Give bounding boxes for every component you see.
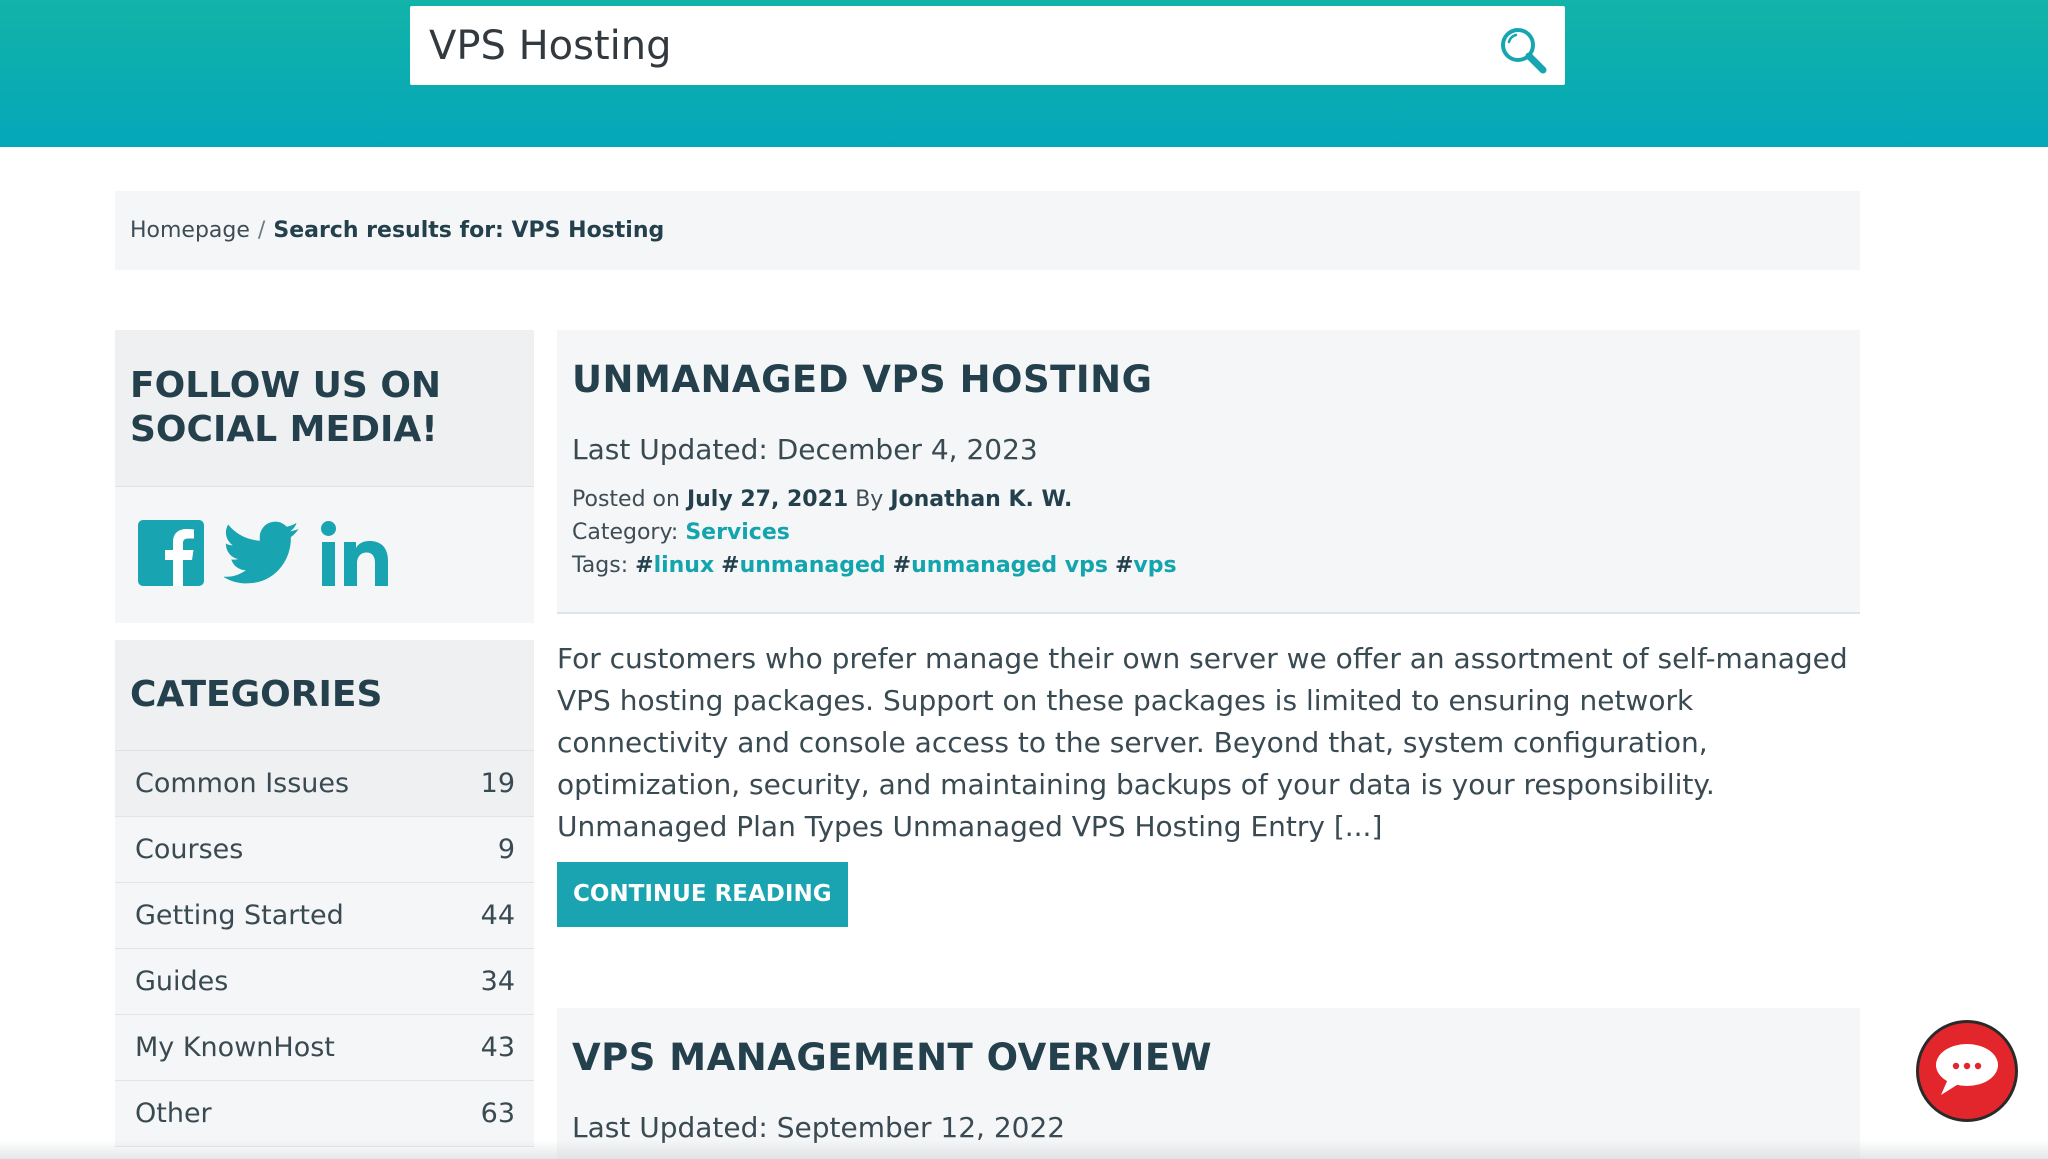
post-title[interactable]: UNMANAGED VPS HOSTING [572,355,1845,405]
category-count: 19 [480,768,515,799]
category-name: Guides [135,966,229,997]
category-count: 9 [497,834,515,865]
categories-title: CATEGORIES [130,674,383,715]
category-item[interactable]: Courses 9 [115,817,534,883]
social-widget-header: FOLLOW US ON SOCIAL MEDIA! [115,330,534,487]
categories-widget-header: CATEGORIES [115,640,534,751]
category-count: 63 [480,1098,515,1129]
post-date: July 27, 2021 [686,487,849,512]
social-widget: FOLLOW US ON SOCIAL MEDIA! [115,330,534,623]
post-meta-category: Category: Services [572,516,1845,549]
post-header: UNMANAGED VPS HOSTING Last Updated: Dece… [557,330,1860,612]
posted-on-label: Posted on [572,487,680,512]
breadcrumb-home-link[interactable]: Homepage [130,218,250,243]
tag-link[interactable]: vps [1133,553,1176,578]
header-banner [0,0,2048,147]
category-label: Category: [572,520,679,545]
tags-label: Tags: [572,553,629,578]
post-meta-tags: Tags: #linux #unmanaged #unmanaged vps #… [572,553,1177,578]
social-widget-title: FOLLOW US ON SOCIAL MEDIA! [130,364,441,452]
category-item[interactable]: Guides 34 [115,949,534,1015]
category-item[interactable]: Getting Started 44 [115,883,534,949]
twitter-icon[interactable] [222,521,300,589]
breadcrumb: Homepage / Search results for: VPS Hosti… [115,191,1860,270]
post-title[interactable]: VPS MANAGEMENT OVERVIEW [572,1033,1845,1083]
category-item[interactable]: Common Issues 19 [115,751,534,817]
category-name: My KnownHost [135,1032,335,1063]
tag-link[interactable]: linux [654,553,715,578]
category-name: Getting Started [135,900,344,931]
category-name: Courses [135,834,244,865]
breadcrumb-current: Search results for: VPS Hosting [273,218,665,243]
search-result-post: UNMANAGED VPS HOSTING Last Updated: Dece… [557,330,1860,927]
post-excerpt: For customers who prefer manage their ow… [557,642,1848,843]
post-last-updated: Last Updated: December 4, 2023 [572,433,1038,466]
search-icon[interactable] [1497,24,1549,76]
post-author: Jonathan K. W. [890,487,1073,512]
continue-reading-button[interactable]: CONTINUE READING [557,862,848,927]
category-count: 34 [480,966,515,997]
search-input[interactable] [410,6,1450,85]
by-label: By [855,487,884,512]
category-count: 43 [480,1032,515,1063]
linkedin-icon[interactable] [320,520,390,590]
search-result-post: VPS MANAGEMENT OVERVIEW Last Updated: Se… [557,1008,1860,1159]
social-title-line1: FOLLOW US ON [130,365,442,406]
tag-link[interactable]: unmanaged [740,553,886,578]
category-item[interactable]: Other 63 [115,1081,534,1147]
post-meta-posted: Posted on July 27, 2021 By Jonathan K. W… [572,483,1845,516]
category-item[interactable]: My KnownHost 43 [115,1015,534,1081]
breadcrumb-separator: / [257,218,266,243]
category-name: Common Issues [135,768,350,799]
facebook-icon[interactable] [138,520,204,590]
tag-link[interactable]: unmanaged vps [911,553,1108,578]
category-list: Common Issues 19 Courses 9 Getting Start… [115,751,534,1147]
chat-launcher-button[interactable] [1916,1020,2018,1122]
category-name: Other [135,1098,212,1129]
social-icons-row [115,487,534,623]
bottom-fade [0,1140,2048,1159]
categories-widget: CATEGORIES Common Issues 19 Courses 9 Ge… [115,640,534,1147]
social-title-line2: SOCIAL MEDIA! [130,409,438,450]
post-divider [557,612,1860,614]
post-header: VPS MANAGEMENT OVERVIEW Last Updated: Se… [557,1008,1860,1159]
post-category-link[interactable]: Services [685,520,790,545]
category-count: 44 [480,900,515,931]
chat-icon [1932,1039,2002,1103]
search-box [410,6,1565,85]
